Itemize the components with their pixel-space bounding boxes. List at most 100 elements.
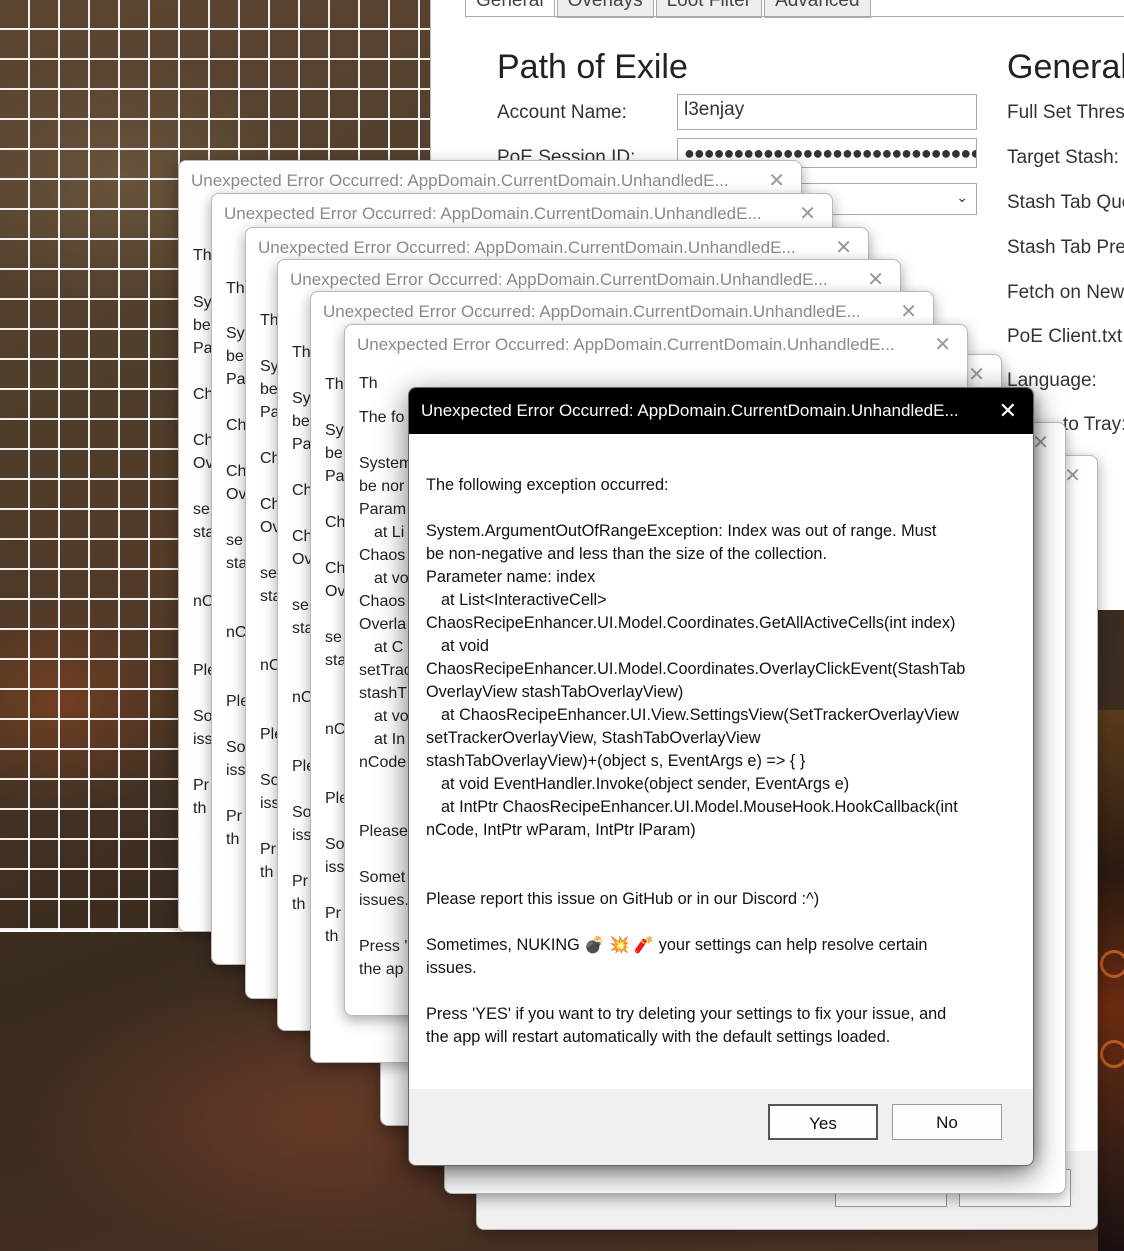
stash-tab-query-label: Stash Tab Que — [1007, 192, 1124, 213]
message-line: at void — [441, 637, 489, 655]
poe-client-txt-label: PoE Client.txt — [1007, 326, 1123, 347]
text-fragment: at C — [374, 639, 404, 656]
message-line: at List<InteractiveCell> — [441, 591, 607, 609]
text-fragment: Please — [359, 823, 408, 840]
close-icon[interactable]: ✕ — [867, 267, 884, 292]
message-line: stashTabOverlayView)+(object s, EventArg… — [426, 752, 806, 770]
text-fragment: iss — [325, 859, 345, 876]
text-fragment: Somet — [359, 869, 406, 886]
text-fragment: Pa — [193, 340, 213, 357]
close-icon[interactable]: ✕ — [1032, 430, 1049, 455]
text-fragment: the ap — [359, 961, 404, 978]
message-line: System.ArgumentOutOfRangeException: Inde… — [426, 522, 937, 540]
text-fragment: Pr — [325, 905, 341, 922]
text-fragment: So — [226, 739, 246, 756]
close-icon[interactable]: ✕ — [799, 201, 816, 226]
message-line: Sometimes, NUKING 💣 💥 🧨 your settings ca… — [426, 936, 928, 954]
message-line: Please report this issue on GitHub or in… — [426, 890, 820, 908]
yes-button[interactable]: Yes — [768, 1104, 878, 1140]
text-fragment: Pa — [325, 468, 345, 485]
message-line: nCode, IntPtr wParam, IntPtr lParam) — [426, 821, 696, 839]
text-fragment: at Li — [374, 524, 405, 541]
fetch-on-new-label: Fetch on New — [1007, 282, 1124, 303]
text-fragment: Pa — [292, 436, 312, 453]
text-fragment: Pr — [226, 808, 242, 825]
text-fragment: Overla — [359, 616, 407, 633]
text-fragment: Th — [292, 344, 311, 361]
text-fragment: th — [193, 800, 207, 817]
message-line: setTrackerOverlayView, StashTabOverlayVi… — [426, 729, 761, 747]
text-fragment: iss — [226, 762, 246, 779]
text-fragment: se — [292, 597, 309, 614]
target-stash-label: Target Stash: — [1007, 147, 1119, 168]
account-name-input[interactable]: l3enjay — [677, 94, 977, 130]
message-line: at IntPtr ChaosRecipeEnhancer.UI.Model.M… — [441, 798, 958, 816]
close-icon[interactable]: ✕ — [968, 362, 985, 387]
account-name-label: Account Name: — [497, 102, 627, 123]
stash-tab-prefix-label: Stash Tab Pre — [1007, 237, 1124, 258]
text-fragment: The fo — [359, 409, 405, 426]
text-fragment: Pr — [260, 841, 276, 858]
text-fragment: So — [193, 708, 213, 725]
text-fragment: System — [359, 455, 413, 472]
text-fragment: Pa — [226, 371, 246, 388]
close-icon[interactable]: ✕ — [768, 168, 785, 193]
message-line: The following exception occurred: — [426, 476, 669, 494]
dialog-title: Unexpected Error Occurred: AppDomain.Cur… — [357, 335, 895, 354]
tab-divider — [465, 16, 1124, 17]
minimize-to-tray-label: to Tray: — [1063, 414, 1124, 435]
text-fragment: at vo — [374, 708, 409, 725]
text-fragment: se — [193, 501, 210, 518]
text-fragment: Pr — [193, 777, 209, 794]
text-fragment: Th — [260, 312, 279, 329]
message-line: Press 'YES' if you want to try deleting … — [426, 1005, 947, 1023]
no-button[interactable]: No — [892, 1104, 1002, 1140]
full-set-threshold-label: Full Set Thresh — [1007, 102, 1124, 123]
text-fragment: se — [260, 565, 277, 582]
text-fragment: Pr — [292, 873, 308, 890]
text-fragment: nCode — [359, 754, 407, 771]
close-icon[interactable]: ✕ — [835, 235, 852, 260]
text-fragment: be — [260, 381, 278, 398]
ornament-icon — [1100, 950, 1124, 978]
dialog-title: Unexpected Error Occurred: AppDomain.Cur… — [224, 204, 762, 223]
game-artwork-right — [1098, 710, 1124, 1251]
text-fragment: Ch — [226, 463, 247, 480]
close-icon[interactable]: ✕ — [1064, 463, 1081, 488]
message-line: the app will restart automatically with … — [426, 1028, 891, 1046]
text-fragment: th — [226, 831, 240, 848]
error-dialog: Unexpected Error Occurred: AppDomain.Cur… — [408, 387, 1034, 1166]
message-line: be non-negative and less than the size o… — [426, 545, 827, 563]
dialog-title: Unexpected Error Occurred: AppDomain.Cur… — [421, 401, 959, 420]
text-fragment: iss — [193, 731, 213, 748]
message-line: OverlayView stashTabOverlayView) — [426, 683, 684, 701]
text-fragment: Th — [226, 280, 245, 297]
close-icon[interactable]: ✕ — [900, 299, 917, 324]
message-line: issues. — [426, 959, 477, 977]
text-fragment: setTrac — [359, 662, 412, 679]
message-line: at void EventHandler.Invoke(object sende… — [441, 775, 850, 793]
message-line: Parameter name: index — [426, 568, 596, 586]
text-fragment: Th — [359, 375, 378, 392]
text-fragment: at In — [374, 731, 406, 748]
text-fragment: be — [193, 317, 211, 334]
text-fragment: th — [325, 928, 339, 945]
text-fragment: Ch — [226, 417, 247, 434]
text-fragment: be nor — [359, 478, 405, 495]
text-fragment: Ch — [325, 560, 346, 577]
text-fragment: Ov — [325, 583, 346, 600]
dialog-footer: Yes No — [409, 1089, 1033, 1165]
text-fragment: Chaos — [359, 593, 406, 610]
text-fragment: be — [226, 348, 244, 365]
dialog-title-bar[interactable]: Unexpected Error Occurred: AppDomain.Cur… — [409, 388, 1033, 434]
text-fragment: nC — [226, 624, 247, 641]
text-fragment: Sy — [325, 422, 344, 439]
message-line: ChaosRecipeEnhancer.UI.Model.Coordinates… — [426, 614, 956, 632]
text-fragment: Press ' — [359, 938, 408, 955]
dialog-title: Unexpected Error Occurred: AppDomain.Cur… — [323, 302, 861, 321]
poe-section-heading: Path of Exile — [497, 48, 688, 86]
close-icon[interactable]: ✕ — [999, 398, 1017, 424]
close-icon[interactable]: ✕ — [934, 332, 951, 357]
text-fragment: Ov — [226, 486, 247, 503]
message-line: ChaosRecipeEnhancer.UI.Model.Coordinates… — [426, 660, 966, 678]
